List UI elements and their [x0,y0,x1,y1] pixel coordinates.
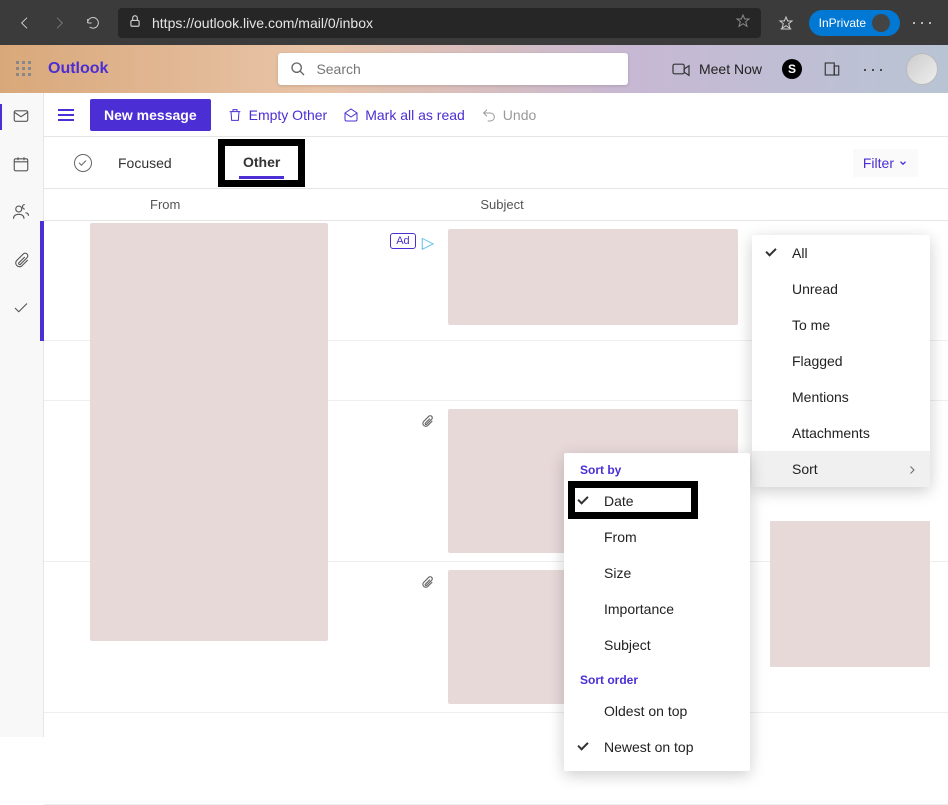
rail-people[interactable] [12,203,32,223]
sort-date[interactable]: Date [564,483,750,519]
inbox-tabs: Focused Other Filter [44,137,948,189]
message-list: Ad ▷ All [44,221,948,805]
column-from[interactable]: From [150,197,180,212]
video-icon [671,61,691,77]
new-message-button[interactable]: New message [90,99,211,131]
sort-oldest[interactable]: Oldest on top [564,693,750,729]
forward-button[interactable] [42,6,76,40]
app-launcher-button[interactable] [6,51,42,87]
redacted-sender [90,223,328,641]
search-icon [290,61,306,77]
tab-focused[interactable]: Focused [114,149,176,177]
column-headers: From Subject [44,189,948,221]
filter-sort[interactable]: Sort [752,451,930,487]
rail-todo[interactable] [12,299,32,319]
filter-button[interactable]: Filter [853,149,918,177]
sort-importance[interactable]: Importance [564,591,750,627]
undo-button[interactable]: Undo [481,107,536,123]
rail-files[interactable] [12,251,32,271]
sort-newest[interactable]: Newest on top [564,729,750,765]
rail-mail[interactable] [12,107,32,127]
favorite-icon[interactable] [735,13,751,32]
search-box[interactable] [278,53,628,85]
filter-attachments[interactable]: Attachments [752,415,930,451]
trash-icon [227,107,243,123]
filter-all[interactable]: All [752,235,930,271]
lock-icon [128,14,142,31]
redacted-subject [448,229,738,325]
sort-subject[interactable]: Subject [564,627,750,663]
mail-open-icon [343,107,359,123]
folder-toggle-button[interactable] [58,109,74,121]
brand-label[interactable]: Outlook [48,60,108,78]
sort-by-header: Sort by [564,453,750,483]
command-bar: New message Empty Other Mark all as read… [44,93,948,137]
sort-from[interactable]: From [564,519,750,555]
url-text: https://outlook.live.com/mail/0/inbox [152,15,373,31]
meet-now-button[interactable]: Meet Now [671,61,762,77]
chevron-right-icon [906,463,918,479]
favorites-button[interactable] [769,6,803,40]
address-bar[interactable]: https://outlook.live.com/mail/0/inbox [118,8,761,38]
rail-calendar[interactable] [12,155,32,175]
redacted-preview [770,521,930,667]
app-header: Outlook Meet Now S ··· [0,45,948,93]
sort-size[interactable]: Size [564,555,750,591]
profile-avatar-icon [872,14,890,32]
chevron-down-icon [898,158,908,168]
skype-icon[interactable]: S [782,59,802,79]
account-avatar[interactable] [906,53,938,85]
back-button[interactable] [8,6,42,40]
highlight-other: Other [218,139,305,187]
ad-badge: Ad [390,233,415,249]
waffle-icon [16,61,32,77]
column-subject[interactable]: Subject [480,197,523,212]
message-row[interactable] [44,713,948,805]
empty-other-button[interactable]: Empty Other [227,107,328,123]
sort-order-header: Sort order [564,663,750,693]
main-pane: New message Empty Other Mark all as read… [44,93,948,737]
inprivate-badge[interactable]: InPrivate [809,10,900,36]
tab-other[interactable]: Other [239,148,284,179]
mark-all-read-button[interactable]: Mark all as read [343,107,465,123]
undo-icon [481,107,497,123]
adchoices-icon[interactable]: ▷ [422,233,434,253]
my-day-icon[interactable] [822,59,842,79]
selection-indicator [40,221,44,341]
filter-to-me[interactable]: To me [752,307,930,343]
filter-flagged[interactable]: Flagged [752,343,930,379]
left-rail [0,93,44,737]
browser-toolbar: https://outlook.live.com/mail/0/inbox In… [0,0,948,45]
header-more-button[interactable]: ··· [862,59,886,80]
browser-more-button[interactable]: ··· [906,12,940,33]
attachment-icon [420,413,434,429]
filter-menu: All Unread To me Flagged Mentions Attach… [752,235,930,487]
refresh-button[interactable] [76,6,110,40]
filter-mentions[interactable]: Mentions [752,379,930,415]
sort-menu: Sort by Date From Size Importance Subjec… [564,453,750,771]
attachment-icon [420,574,434,590]
filter-unread[interactable]: Unread [752,271,930,307]
search-input[interactable] [316,61,616,77]
select-all-checkbox[interactable] [74,154,92,172]
